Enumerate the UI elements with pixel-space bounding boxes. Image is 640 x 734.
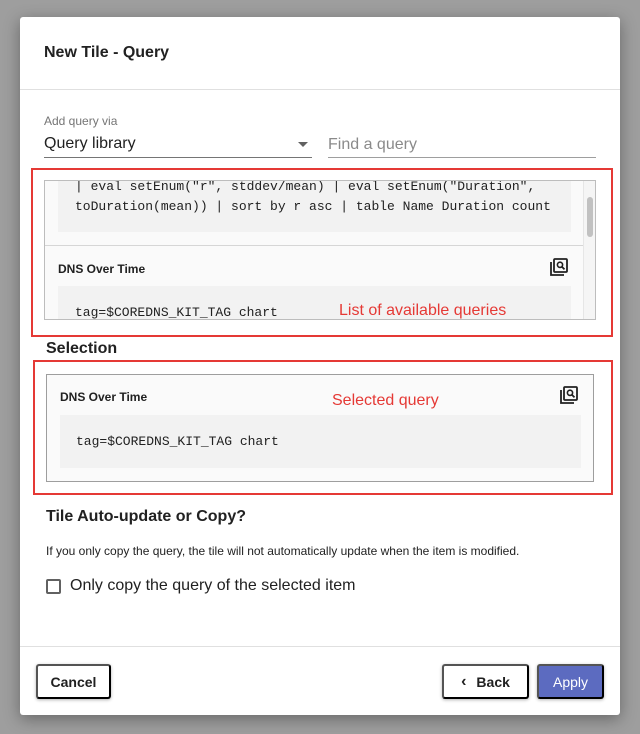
query-source-select[interactable]: Query library	[44, 132, 312, 158]
copy-only-checkbox[interactable]	[46, 578, 61, 594]
auto-update-info: If you only copy the query, the tile wil…	[46, 544, 520, 558]
cancel-button[interactable]: Cancel	[36, 664, 111, 699]
caret-down-icon	[298, 142, 308, 147]
back-button[interactable]: ‹ Back	[442, 664, 529, 699]
query-source-value: Query library	[44, 135, 136, 152]
add-query-label: Add query via	[44, 114, 118, 128]
dialog-header: New Tile - Query	[20, 17, 620, 90]
chevron-left-icon: ‹	[461, 672, 467, 690]
annotation-available-text: List of available queries	[339, 302, 507, 319]
dialog-title: New Tile - Query	[44, 44, 170, 61]
copy-only-checkbox-row[interactable]: Only copy the query of the selected item	[46, 577, 355, 595]
annotation-box-selected	[33, 360, 613, 495]
new-tile-dialog: New Tile - Query Add query via Query lib…	[20, 17, 620, 715]
auto-update-heading: Tile Auto-update or Copy?	[46, 508, 246, 525]
annotation-selected-text: Selected query	[332, 392, 439, 409]
find-query-input[interactable]	[328, 132, 596, 158]
annotation-box-available	[31, 168, 613, 337]
selection-heading: Selection	[46, 340, 118, 357]
dialog-footer: Cancel ‹ Back Apply	[20, 646, 620, 715]
copy-only-checkbox-label[interactable]: Only copy the query of the selected item	[70, 577, 355, 595]
apply-button[interactable]: Apply	[537, 664, 604, 699]
back-button-label: Back	[476, 673, 510, 690]
